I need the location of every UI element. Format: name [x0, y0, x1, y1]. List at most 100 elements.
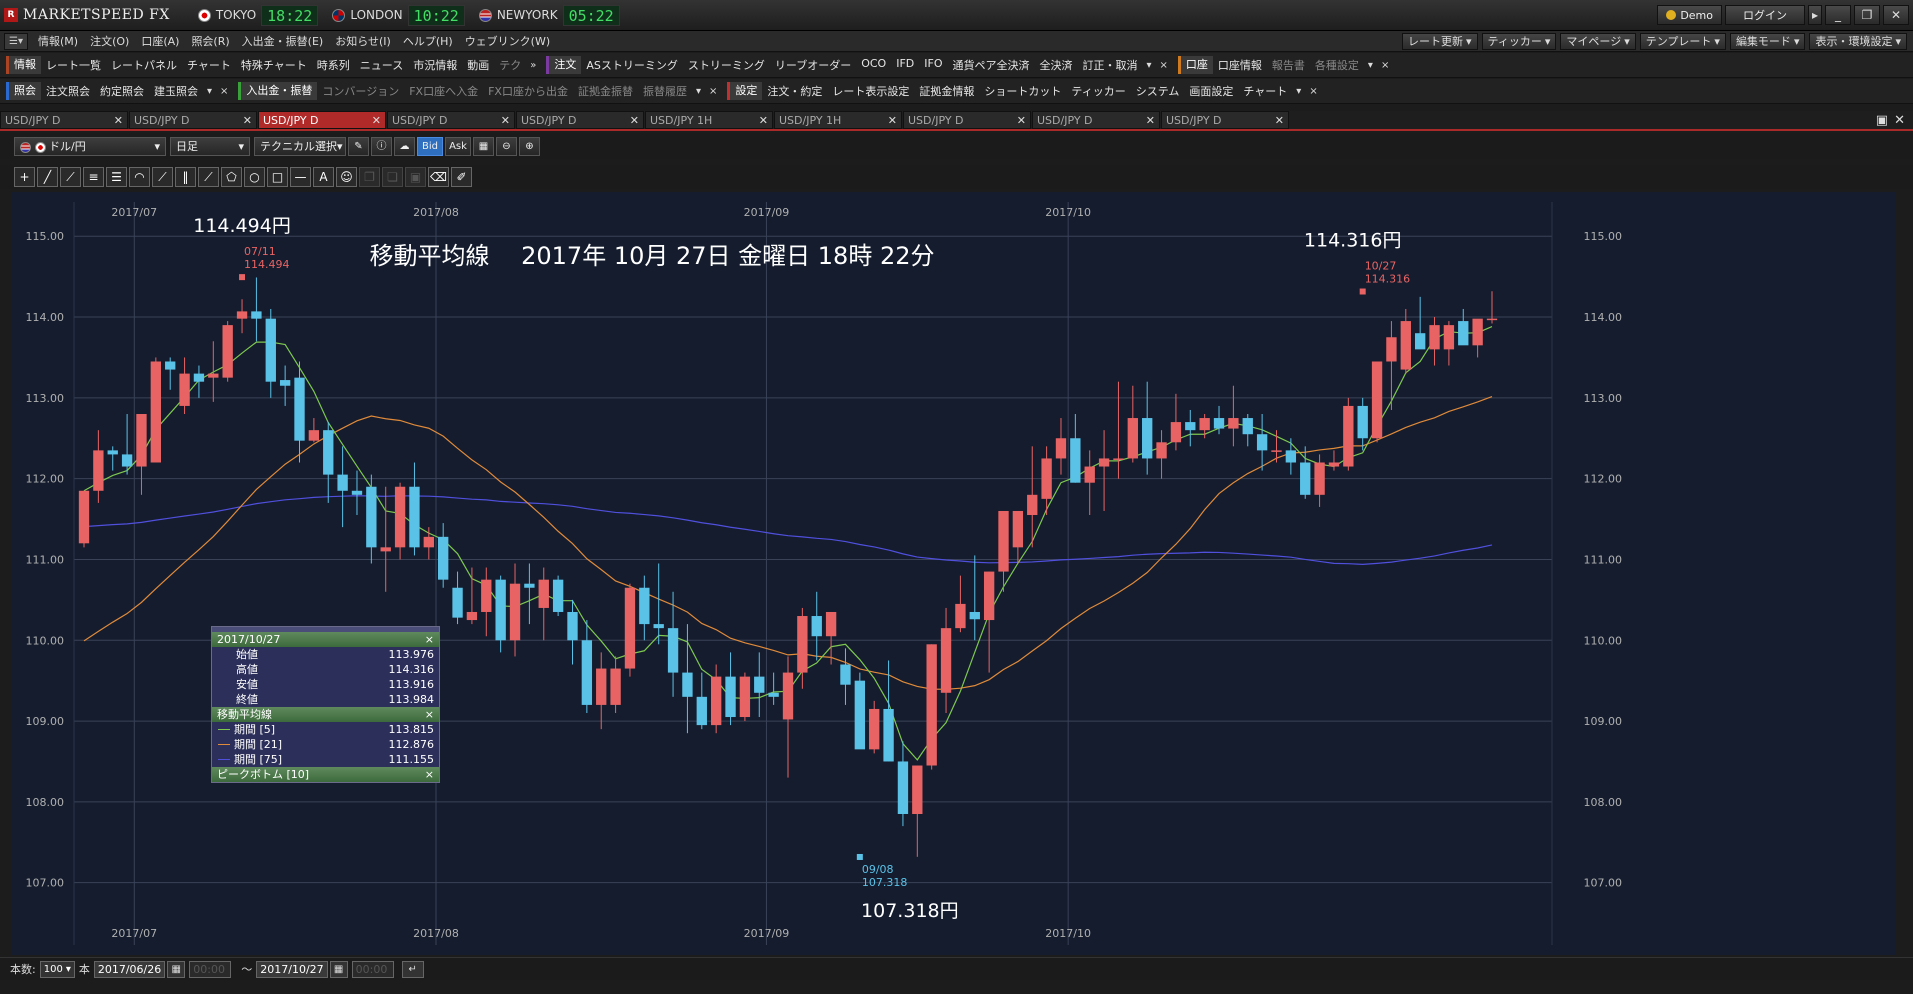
parallel-lines-icon[interactable]: ≡: [83, 167, 104, 187]
close-icon[interactable]: ×: [425, 707, 434, 722]
horizontal-line-icon[interactable]: —: [290, 167, 311, 187]
toolbar-item[interactable]: 報告書: [1267, 57, 1310, 73]
toolbar-item[interactable]: 注文照会: [41, 83, 95, 99]
menu-item[interactable]: 注文(O): [84, 33, 135, 49]
close-icon[interactable]: ×: [1305, 86, 1321, 97]
period-select[interactable]: 日足 ▾: [170, 136, 250, 156]
login-button[interactable]: ログイン: [1725, 5, 1805, 25]
chart-tab[interactable]: USD/JPY D ✕: [258, 111, 386, 129]
count-select[interactable]: 100 ▾: [39, 960, 75, 978]
menu-right-button[interactable]: テンプレート ▾: [1639, 32, 1726, 50]
fan-icon[interactable]: ⟋: [152, 167, 173, 187]
menu-right-button[interactable]: 編集モード ▾: [1729, 32, 1806, 50]
toolbar-item[interactable]: チャート: [182, 57, 236, 73]
to-date-input[interactable]: 2017/10/27: [256, 960, 328, 978]
pentagon-icon[interactable]: ⬠: [221, 167, 242, 187]
expand-arrow-icon[interactable]: ▸: [1808, 5, 1822, 25]
close-icon[interactable]: ×: [705, 86, 721, 97]
toolbar-item[interactable]: IFO: [919, 57, 947, 73]
toolbar-item-tech[interactable]: テク: [494, 57, 526, 73]
eraser-icon[interactable]: ⌫: [428, 167, 449, 187]
dropdown-arrow-icon[interactable]: ▾: [1292, 86, 1305, 97]
close-tab-icon[interactable]: ✕: [759, 114, 768, 127]
chart-tab[interactable]: USD/JPY D ✕: [1032, 111, 1160, 129]
close-icon[interactable]: ×: [216, 86, 232, 97]
menu-right-button[interactable]: レート更新 ▾: [1402, 32, 1478, 50]
toolbar-item[interactable]: FX口座へ入金: [404, 83, 483, 99]
lock-icon[interactable]: ▣: [405, 167, 426, 187]
indicator-icon[interactable]: ▦: [473, 136, 494, 156]
toolbar-item[interactable]: 振替履歴: [638, 83, 692, 99]
close-tab-icon[interactable]: ✕: [114, 114, 123, 127]
more-arrow-icon[interactable]: »: [526, 60, 540, 71]
toolbar-item[interactable]: レート一覧: [41, 57, 106, 73]
close-icon[interactable]: ×: [1156, 60, 1172, 71]
chart-tab[interactable]: USD/JPY D ✕: [0, 111, 128, 129]
menu-item[interactable]: ウェブリンク(W): [459, 33, 556, 49]
menu-right-button[interactable]: マイページ ▾: [1560, 32, 1636, 50]
horizontal-lines-icon[interactable]: ☰: [106, 167, 127, 187]
menu-item[interactable]: ヘルプ(H): [397, 33, 459, 49]
calendar-icon[interactable]: ▦: [329, 960, 348, 978]
from-date-input[interactable]: 2017/06/26: [93, 960, 166, 978]
zoom-out-icon[interactable]: ⊖: [496, 136, 517, 156]
chart-tab[interactable]: USD/JPY 1H ✕: [774, 111, 902, 129]
dropdown-arrow-icon[interactable]: ▾: [692, 86, 705, 97]
toolbar-item[interactable]: コンバージョン: [317, 83, 404, 99]
toolbar-item[interactable]: 通貨ペア全決済: [948, 57, 1035, 73]
toolbar-item[interactable]: 市況情報: [408, 57, 462, 73]
menu-right-button[interactable]: ティッカー ▾: [1481, 32, 1557, 50]
toolbar-item[interactable]: ASストリーミング: [581, 57, 683, 73]
close-icon[interactable]: ×: [425, 632, 434, 647]
toolbar-item[interactable]: 口座情報: [1213, 57, 1267, 73]
calendar-icon[interactable]: ▦: [167, 960, 186, 978]
toolbar-item[interactable]: チャート: [1238, 83, 1292, 99]
chart-tab[interactable]: USD/JPY 1H ✕: [645, 111, 773, 129]
toolbar-item[interactable]: 建玉照会: [149, 83, 203, 99]
restore-window-icon[interactable]: ▣: [1876, 113, 1888, 128]
text-icon[interactable]: A: [313, 167, 334, 187]
toolbar-item[interactable]: ニュース: [355, 57, 408, 73]
ruler-icon[interactable]: ⟋: [60, 167, 81, 187]
menu-right-button[interactable]: 表示・環境設定 ▾: [1809, 32, 1907, 50]
crosshair-icon[interactable]: +: [14, 167, 35, 187]
candlestick-chart[interactable]: 107.00 107.00 108.00 108.00 109.00 109.00 110.…: [12, 192, 1896, 955]
toolbar-item[interactable]: 時系列: [312, 57, 355, 73]
cloud-icon[interactable]: ☁: [394, 136, 415, 156]
toolbar-item[interactable]: ストリーミング: [683, 57, 770, 73]
circle-icon[interactable]: ○: [244, 167, 265, 187]
paste-icon[interactable]: ❏: [382, 167, 403, 187]
toolbar-item[interactable]: リーブオーダー: [770, 57, 856, 73]
chart-tab[interactable]: USD/JPY D ✕: [129, 111, 257, 129]
chart-tab[interactable]: USD/JPY D ✕: [387, 111, 515, 129]
vertical-lines-icon[interactable]: ‖: [175, 167, 196, 187]
dropdown-arrow-icon[interactable]: ▾: [203, 86, 216, 97]
menu-item[interactable]: 口座(A): [135, 33, 185, 49]
toolbar-item[interactable]: 証拠金情報: [914, 83, 979, 99]
from-time-input[interactable]: 00:00: [189, 960, 232, 978]
data-window-panel[interactable]: 2017/10/27 × 始値 113.976 高値 114.316 安値 113.916 終…: [211, 626, 440, 783]
close-chart-icon[interactable]: ✕: [1894, 113, 1905, 128]
close-icon[interactable]: ×: [425, 767, 434, 782]
menu-item[interactable]: 照会(R): [185, 33, 235, 49]
chart-tab[interactable]: USD/JPY D ✕: [516, 111, 644, 129]
close-button[interactable]: ✕: [1883, 5, 1909, 25]
bid-button[interactable]: Bid: [417, 136, 443, 156]
technical-select[interactable]: テクニカル選択 ▾: [254, 136, 346, 156]
close-tab-icon[interactable]: ✕: [888, 114, 897, 127]
toolbar-item[interactable]: ショートカット: [979, 83, 1066, 99]
toolbar-item[interactable]: レート表示設定: [827, 83, 914, 99]
close-tab-icon[interactable]: ✕: [501, 114, 510, 127]
to-time-input[interactable]: 00:00: [351, 960, 394, 978]
chart-tab[interactable]: USD/JPY D ✕: [903, 111, 1031, 129]
toolbar-item[interactable]: 証拠金振替: [573, 83, 638, 99]
icon-stamp-icon[interactable]: ☺: [336, 167, 357, 187]
copy-icon[interactable]: ❐: [359, 167, 380, 187]
chart-svg[interactable]: 107.00 107.00 108.00 108.00 109.00 109.00 110.…: [12, 192, 1896, 955]
chart-tab[interactable]: USD/JPY D ✕: [1161, 111, 1289, 129]
close-tab-icon[interactable]: ✕: [1146, 114, 1155, 127]
minimize-button[interactable]: _: [1825, 5, 1851, 25]
toolbar-item[interactable]: 動画: [462, 57, 494, 73]
toolbar-item[interactable]: ティッカー: [1066, 83, 1130, 99]
toolbar-item[interactable]: OCO: [856, 57, 891, 73]
